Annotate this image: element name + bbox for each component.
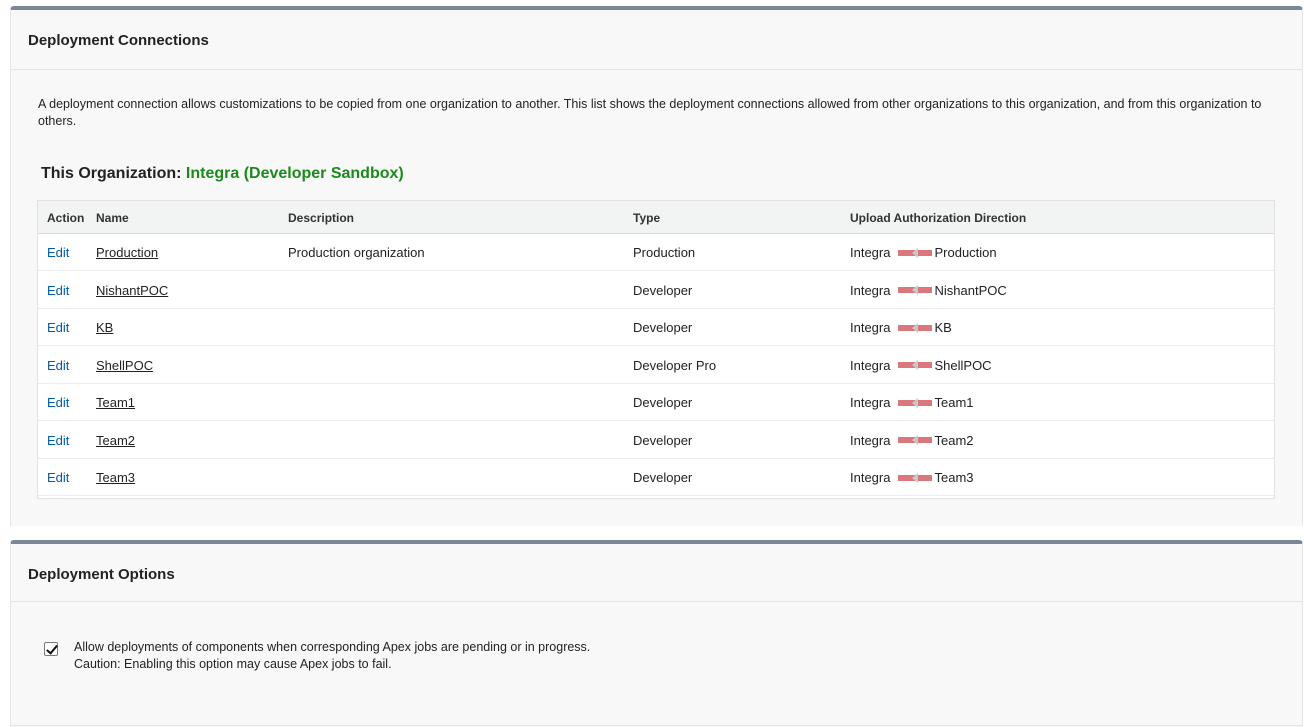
connection-name-link[interactable]: Team2 (96, 433, 135, 448)
header-action: Action (47, 211, 85, 225)
table-row: Edit NishantPOC Developer Integra NishantPOC (38, 272, 1274, 309)
upload-direction: Integra Production (850, 245, 997, 260)
direction-from: Integra (850, 395, 891, 410)
direction-from: Integra (850, 432, 891, 448)
direction-to: ShellPOC (934, 357, 992, 373)
connection-type: Developer Pro (633, 357, 717, 373)
edit-link[interactable]: Edit (47, 395, 69, 410)
table-header: Action Name Description Type Upload Auth… (38, 201, 1274, 234)
connection-name-link[interactable]: Team3 (96, 470, 135, 485)
connections-description: A deployment connection allows customiza… (38, 97, 1262, 128)
direction-arrow-icon[interactable] (898, 472, 933, 483)
connection-type: Developer (633, 282, 693, 298)
edit-link[interactable]: Edit (47, 358, 69, 373)
direction-to: Team2 (934, 432, 974, 448)
direction-arrow-icon[interactable] (898, 247, 933, 258)
direction-arrow-icon[interactable] (898, 397, 933, 408)
divider (11, 725, 1302, 726)
organization-heading: This Organization: Integra (Developer Sa… (41, 165, 404, 183)
direction-to: Team3 (934, 470, 974, 485)
connection-type: Developer (633, 320, 693, 335)
table-row: Edit ShellPOC Developer Pro Integra ShellPOC (38, 347, 1274, 384)
table-row: Edit Team2 Developer Integra Team2 (38, 422, 1274, 459)
option-caution: Caution: Enabling this option may cause … (74, 657, 392, 671)
direction-from: Integra (850, 357, 891, 373)
direction-from: Integra (850, 470, 891, 485)
table-row: Edit KB Developer Integra KB (38, 309, 1274, 346)
edit-link[interactable]: Edit (47, 320, 69, 335)
deployment-options-panel: Deployment Options Allow deployments of … (10, 540, 1303, 727)
connection-description: Production organization (288, 245, 425, 260)
connection-name-link[interactable]: Team1 (96, 395, 135, 410)
connection-name-link[interactable]: ShellPOC (96, 358, 153, 373)
allow-pending-apex-checkbox[interactable] (44, 642, 58, 656)
direction-from: Integra (850, 245, 891, 260)
edit-link[interactable]: Edit (47, 245, 69, 260)
direction-from: Integra (850, 282, 891, 298)
direction-to: Team1 (934, 395, 974, 410)
connection-type: Production (633, 245, 696, 260)
direction-arrow-icon[interactable] (898, 322, 933, 333)
table-row: Edit Team3 Developer Integra Team3 (38, 459, 1274, 496)
deployment-options-title: Deployment Options (11, 544, 1302, 602)
direction-arrow-icon[interactable] (898, 285, 933, 296)
direction-arrow-icon[interactable] (898, 360, 933, 371)
direction-to: KB (934, 320, 952, 335)
upload-direction: Integra NishantPOC (850, 283, 1007, 298)
organization-label: This Organization: (41, 165, 182, 182)
edit-link[interactable]: Edit (47, 433, 69, 448)
upload-direction: Integra Team2 (850, 433, 974, 448)
upload-direction: Integra ShellPOC (850, 358, 992, 373)
table-row: Edit Team1 Developer Integra Team1 (38, 384, 1274, 421)
header-type: Type (633, 211, 661, 225)
connections-table: Action Name Description Type Upload Auth… (37, 200, 1275, 499)
connection-type: Developer (633, 470, 693, 485)
connection-type: Developer (633, 432, 693, 448)
edit-link[interactable]: Edit (47, 470, 69, 485)
upload-direction: Integra Team3 (850, 470, 974, 485)
option-label: Allow deployments of components when cor… (74, 640, 591, 654)
edit-link[interactable]: Edit (47, 283, 69, 298)
table-row: Edit Production Production organization Pro… (38, 234, 1274, 271)
header-name: Name (96, 211, 129, 225)
deployment-connections-title: Deployment Connections (11, 10, 1302, 70)
direction-to: Production (934, 245, 997, 260)
connection-name-link[interactable]: NishantPOC (96, 283, 168, 298)
connection-name-link[interactable]: Production (96, 245, 158, 260)
direction-to: NishantPOC (934, 282, 1007, 298)
header-direction: Upload Authorization Direction (850, 211, 1027, 225)
direction-arrow-icon[interactable] (898, 435, 933, 446)
connection-type: Developer (633, 395, 693, 410)
upload-direction: Integra Team1 (850, 395, 974, 410)
upload-direction: Integra KB (850, 320, 952, 335)
connection-name-link[interactable]: KB (96, 320, 113, 335)
organization-name: Integra (Developer Sandbox) (185, 165, 404, 182)
header-description: Description (288, 211, 355, 225)
deployment-connections-panel: Deployment Connections A deployment conn… (10, 6, 1303, 526)
direction-from: Integra (850, 320, 891, 335)
